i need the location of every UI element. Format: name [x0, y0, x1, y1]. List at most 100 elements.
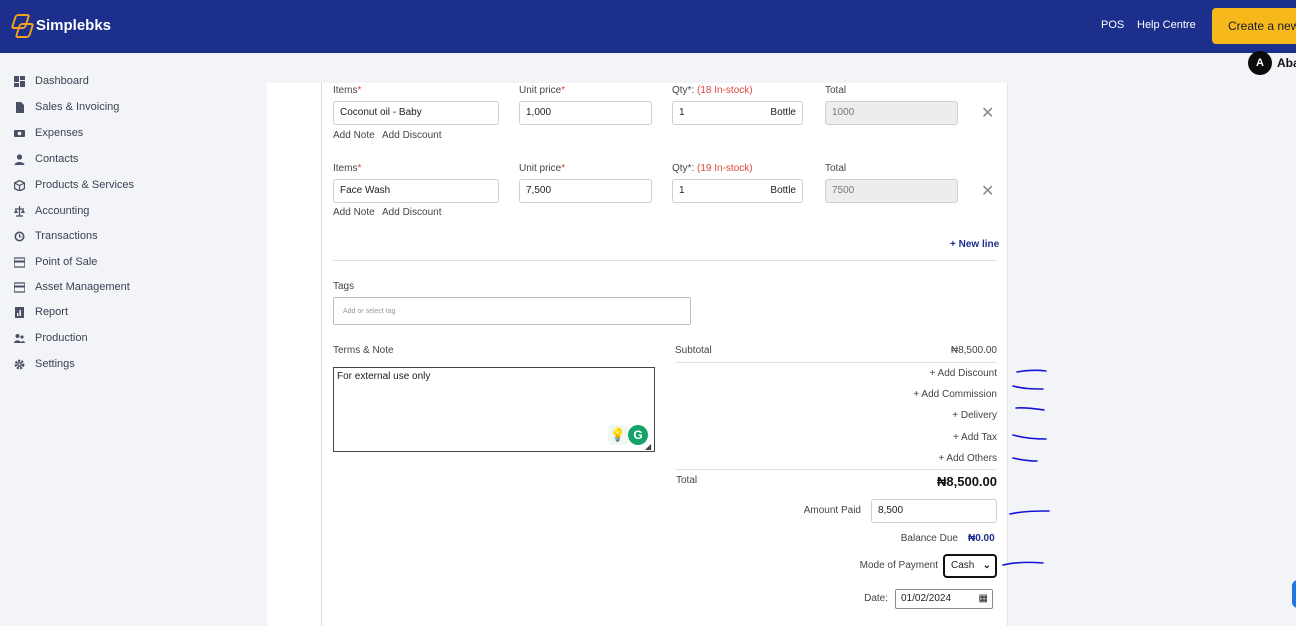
date-input[interactable]: 01/02/2024 ▦	[895, 589, 993, 609]
sidebar-item-point-of-sale[interactable]: Point of Sale	[13, 253, 97, 271]
add-note-link[interactable]: Add Note	[333, 207, 375, 218]
panel-border	[321, 83, 322, 626]
app-logo[interactable]: Simplebks	[12, 14, 111, 36]
unit-label: Bottle	[770, 107, 796, 118]
add-delivery-link[interactable]: + Delivery	[850, 410, 997, 421]
card-icon	[13, 281, 26, 293]
sidebar-item-label: Asset Management	[35, 281, 130, 293]
annotation-stroke	[1015, 406, 1045, 411]
mode-of-payment-label: Mode of Payment	[859, 560, 938, 571]
pos-link[interactable]: POS	[1101, 19, 1124, 31]
sidebar-item-production[interactable]: Production	[14, 329, 88, 347]
sidebar-item-label: Settings	[35, 358, 75, 370]
sidebar-item-report[interactable]: Report	[14, 303, 68, 321]
date-label: Date:	[864, 593, 888, 604]
grid-icon	[14, 75, 25, 87]
resize-handle-icon[interactable]: ◢	[645, 442, 651, 451]
chat-widget-button[interactable]	[1292, 580, 1296, 608]
add-discount-link[interactable]: Add Discount	[382, 130, 441, 141]
sidebar-item-products-services[interactable]: Products & Services	[13, 176, 134, 194]
sidebar-item-expenses[interactable]: Expenses	[14, 124, 83, 142]
sidebar-item-label: Report	[35, 306, 69, 318]
create-new-button[interactable]: Create a new	[1212, 8, 1296, 44]
balance-due-value: ₦0.00	[968, 533, 995, 544]
card-icon	[13, 256, 26, 268]
sidebar-item-contacts[interactable]: Contacts	[14, 150, 78, 168]
unit-price-input[interactable]: 1,000	[519, 101, 652, 125]
help-centre-link[interactable]: Help Centre	[1137, 19, 1196, 31]
amount-paid-input[interactable]: 8,500	[871, 499, 997, 523]
sidebar-item-dashboard[interactable]: Dashboard	[14, 72, 89, 90]
add-tax-link[interactable]: + Add Tax	[850, 432, 997, 443]
document-icon	[14, 101, 25, 113]
sidebar-item-accounting[interactable]: Accounting	[14, 202, 89, 220]
total-label: Total	[825, 163, 847, 174]
annotation-stroke	[1009, 510, 1050, 515]
qty-label: Qty*: (19 In-stock)	[672, 163, 753, 174]
sidebar-item-asset-management[interactable]: Asset Management	[13, 278, 130, 296]
qty-label: Qty*: (18 In-stock)	[672, 85, 753, 96]
payment-mode-select[interactable]: Cash ⌄	[943, 554, 997, 578]
annotation-stroke	[1012, 385, 1044, 390]
add-commission-link[interactable]: + Add Commission	[850, 389, 997, 400]
add-others-link[interactable]: + Add Others	[850, 453, 997, 464]
user-menu[interactable]: A Aba	[1248, 51, 1296, 75]
annotation-marks	[1002, 369, 1050, 566]
top-bar: Simplebks POS Help Centre Create a new	[0, 0, 1296, 53]
qty-input[interactable]: 1 Bottle	[672, 179, 803, 203]
sidebar-item-label: Sales & Invoicing	[35, 101, 120, 113]
total-summary-label: Total	[676, 475, 698, 486]
chevron-down-icon: ⌄	[982, 560, 991, 571]
new-line-button[interactable]: + New line	[950, 239, 999, 250]
money-icon	[14, 128, 25, 139]
unit-price-label: Unit price*	[519, 85, 566, 96]
tags-input[interactable]: Add or select tag	[333, 297, 691, 325]
sidebar-item-sales-invoicing[interactable]: Sales & Invoicing	[14, 98, 119, 116]
tags-label: Tags	[333, 281, 355, 292]
sidebar: Dashboard Sales & Invoicing Expenses Con…	[0, 53, 267, 626]
user-icon	[14, 153, 25, 165]
unit-price-input[interactable]: 7,500	[519, 179, 652, 203]
remove-line-icon[interactable]: ✕	[981, 181, 994, 201]
avatar: A	[1248, 51, 1272, 75]
subtotal-value: ₦8,500.00	[950, 345, 997, 356]
balance-due-label: Balance Due	[900, 533, 958, 544]
sidebar-item-transactions[interactable]: Transactions	[14, 227, 98, 245]
sidebar-item-label: Production	[35, 332, 88, 344]
sidebar-item-label: Contacts	[35, 153, 79, 165]
item-select[interactable]: Coconut oil - Baby	[333, 101, 499, 125]
refresh-icon	[14, 231, 25, 242]
lightbulb-icon[interactable]: 💡	[608, 425, 628, 445]
sidebar-item-settings[interactable]: Settings	[14, 355, 75, 373]
terms-note-label: Terms & Note	[333, 345, 394, 356]
terms-note-textarea[interactable]: For external use only	[333, 367, 655, 452]
add-discount-link[interactable]: Add Discount	[382, 207, 441, 218]
scale-icon	[14, 205, 25, 217]
logo-icon	[12, 14, 30, 36]
annotation-stroke	[1016, 369, 1047, 373]
add-discount-summary-link[interactable]: + Add Discount	[850, 368, 997, 379]
divider	[675, 469, 997, 470]
report-icon	[14, 306, 25, 318]
gear-icon	[14, 359, 25, 370]
sidebar-item-label: Transactions	[35, 230, 98, 242]
sidebar-item-label: Dashboard	[35, 75, 89, 87]
items-label: Items*	[333, 85, 362, 96]
sidebar-item-label: Accounting	[35, 205, 90, 217]
amount-paid-label: Amount Paid	[803, 505, 861, 516]
calendar-icon[interactable]: ▦	[979, 590, 988, 608]
item-select[interactable]: Face Wash	[333, 179, 499, 203]
annotation-stroke	[1012, 457, 1038, 462]
app-name: Simplebks	[36, 16, 112, 34]
unit-label: Bottle	[770, 185, 796, 196]
box-icon	[13, 179, 26, 192]
annotation-stroke	[1002, 561, 1044, 566]
remove-line-icon[interactable]: ✕	[981, 103, 994, 123]
line-total-field: 7500	[825, 179, 958, 203]
items-label: Items*	[333, 163, 362, 174]
line-total-field: 1000	[825, 101, 958, 125]
divider	[333, 260, 997, 261]
annotation-stroke	[1012, 434, 1047, 440]
qty-input[interactable]: 1 Bottle	[672, 101, 803, 125]
add-note-link[interactable]: Add Note	[333, 130, 375, 141]
